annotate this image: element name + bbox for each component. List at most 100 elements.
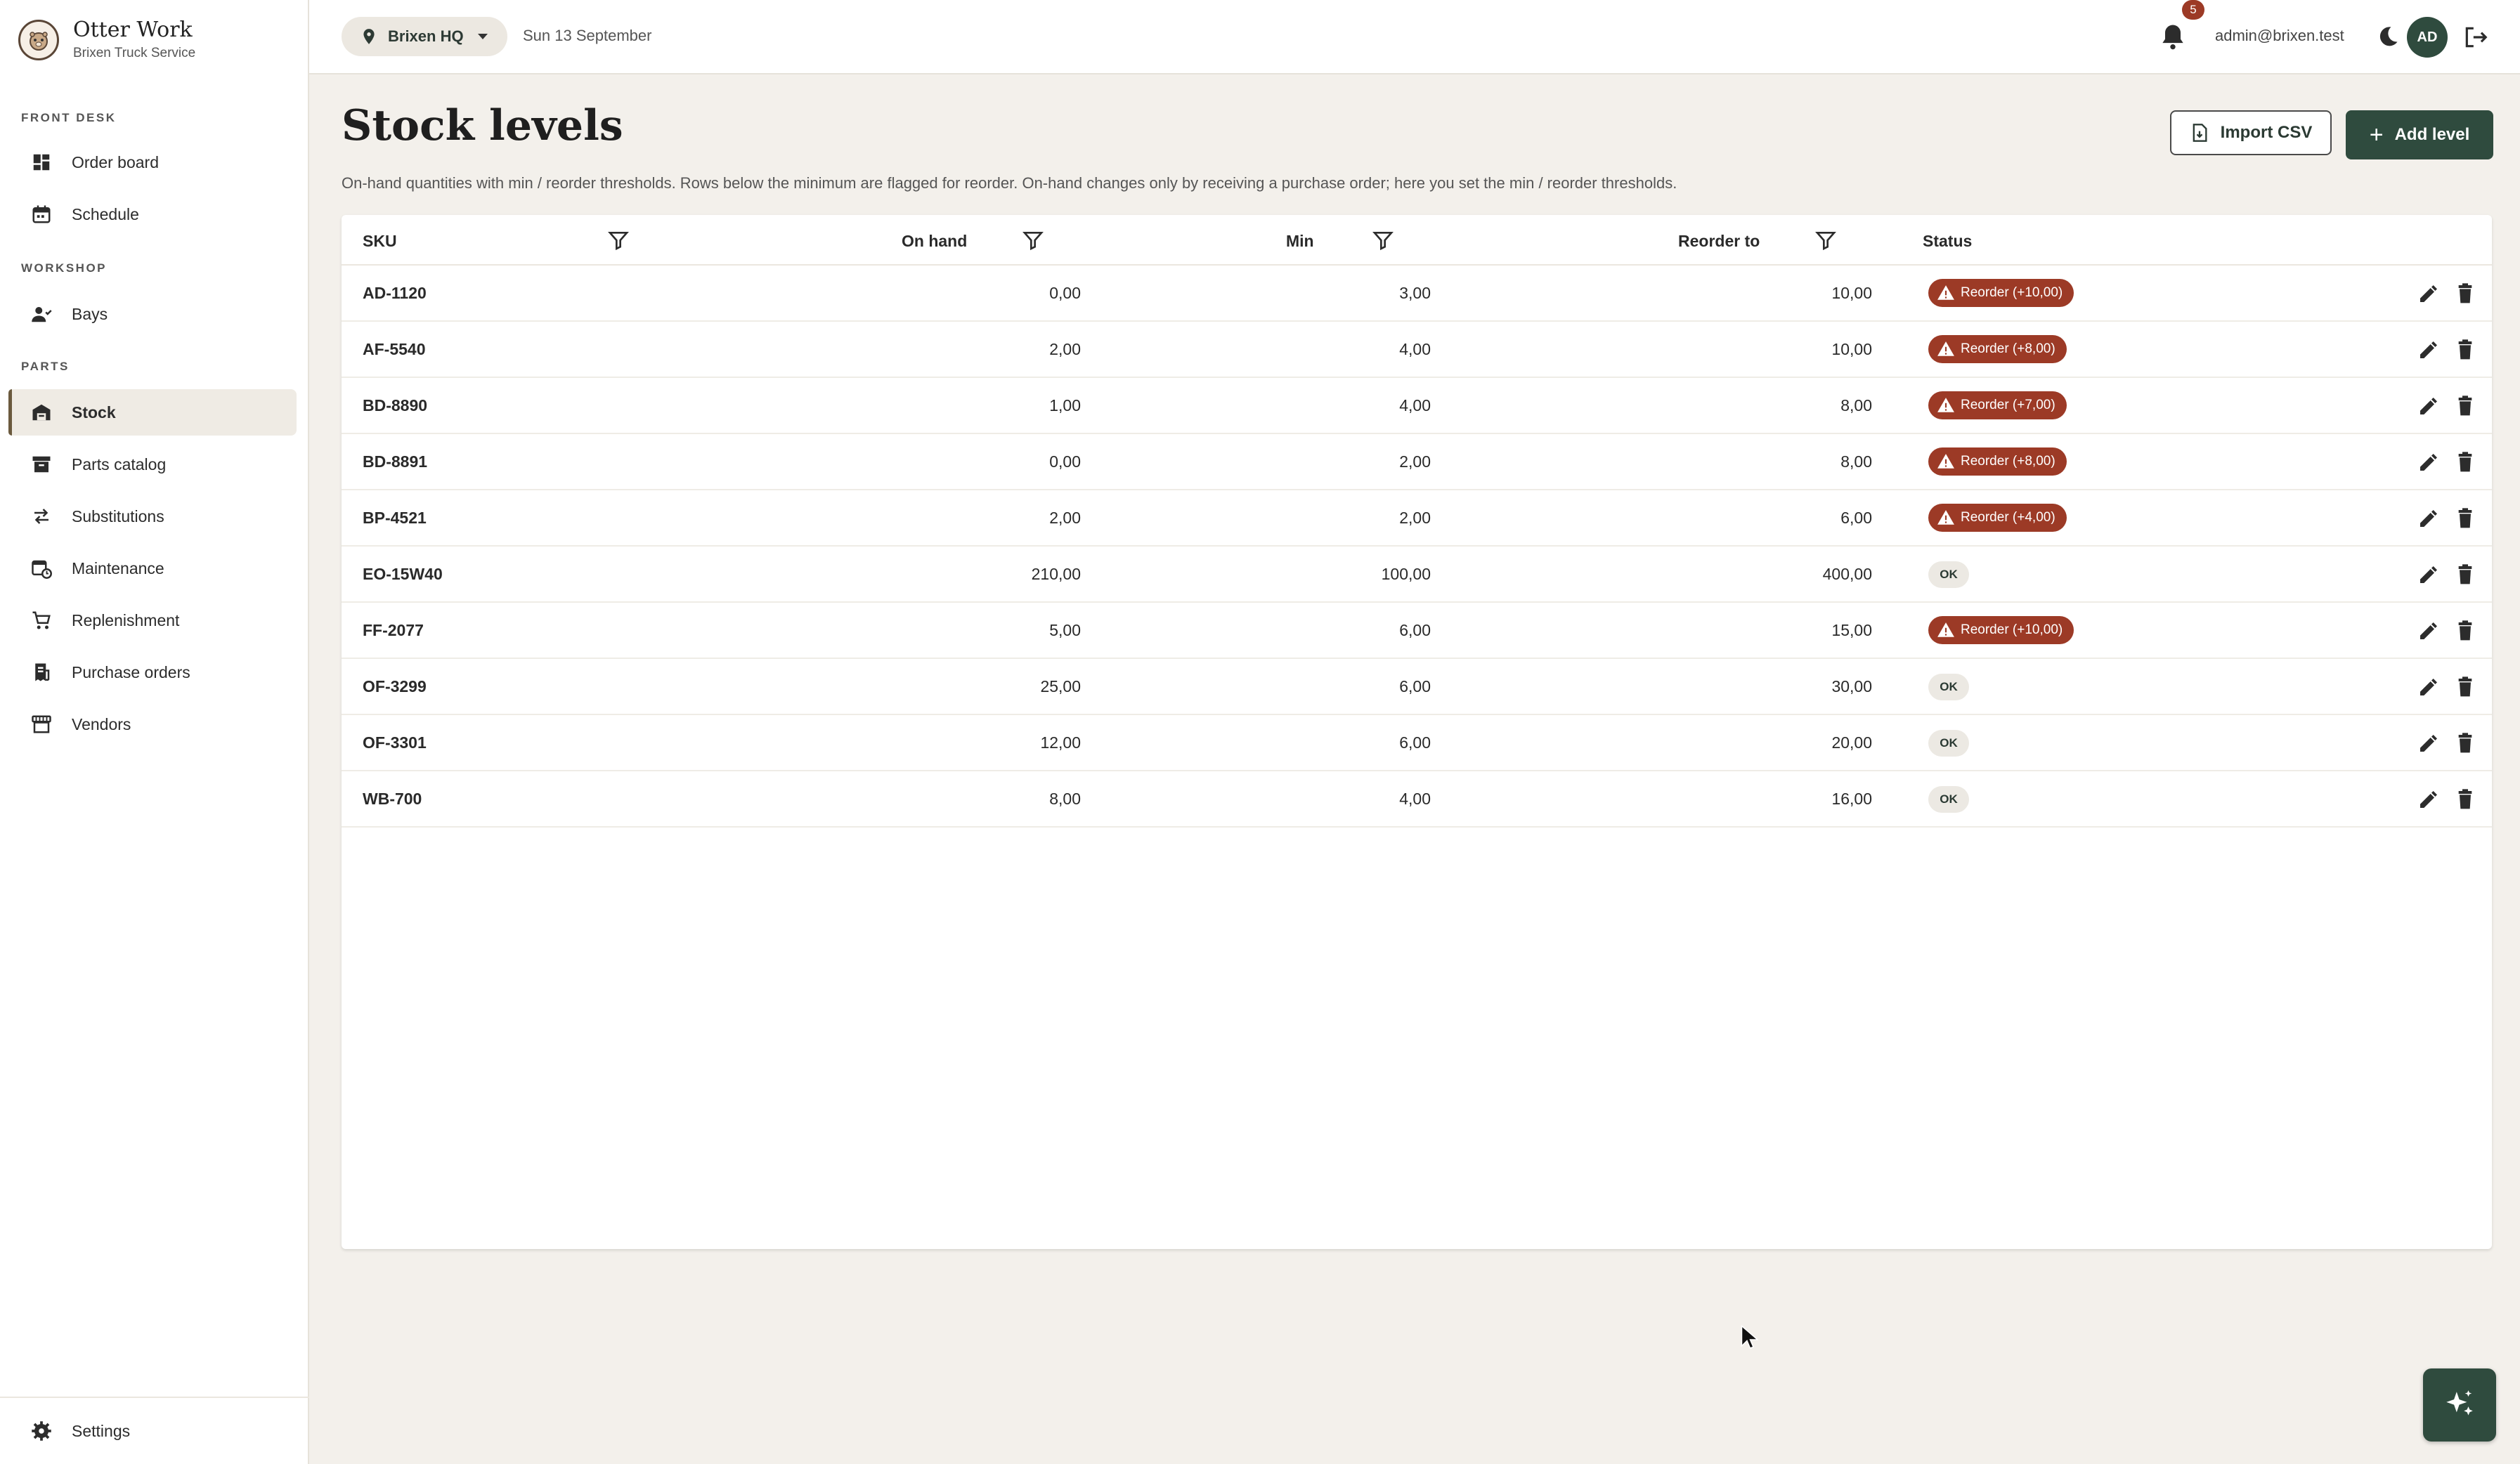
column-header-sku[interactable]: SKU (363, 232, 397, 251)
logout-icon[interactable] (2462, 24, 2489, 51)
brand[interactable]: Otter Work Brixen Truck Service (18, 15, 195, 65)
current-date: Sun 13 September (523, 27, 652, 44)
add-level-button[interactable]: + Add level (2346, 110, 2493, 159)
status-badge: Reorder (+8,00) (1928, 447, 2067, 476)
edit-icon[interactable] (2417, 676, 2440, 698)
reorder-to-cell: 10,00 (1831, 340, 1872, 358)
bell-icon[interactable] (2157, 21, 2188, 52)
sidebar-item-replenishment[interactable]: Replenishment (8, 597, 297, 643)
sidebar-item-label: Vendors (72, 714, 131, 733)
table-row[interactable]: BD-8891 0,00 2,00 8,00 Reorder (+8,00) (342, 434, 2492, 490)
edit-icon[interactable] (2417, 282, 2440, 305)
reorder-to-cell: 8,00 (1840, 396, 1872, 414)
moon-icon[interactable] (2375, 24, 2401, 49)
sku-cell: BD-8891 (363, 452, 428, 471)
sidebar-item-stock[interactable]: Stock (8, 389, 297, 436)
table-row[interactable]: AF-5540 2,00 4,00 10,00 Reorder (+8,00) (342, 322, 2492, 378)
status-label: Reorder (+8,00) (1961, 341, 2055, 356)
status-badge: OK (1928, 786, 1969, 813)
delete-icon[interactable] (2454, 788, 2476, 811)
filter-icon[interactable] (1372, 229, 1394, 251)
sidebar-item-bays[interactable]: Bays (8, 291, 297, 337)
topbar: Brixen HQ Sun 13 September 5 admin@brixe… (309, 0, 2520, 74)
sidebar-item-purchase-orders[interactable]: Purchase orders (8, 649, 297, 695)
min-cell: 6,00 (1399, 677, 1431, 695)
reorder-to-cell: 10,00 (1831, 284, 1872, 302)
column-header-reorder-to[interactable]: Reorder to (1678, 232, 1760, 251)
table-row[interactable]: WB-700 8,00 4,00 16,00 OK (342, 771, 2492, 828)
edit-icon[interactable] (2417, 732, 2440, 754)
edit-icon[interactable] (2417, 451, 2440, 473)
plus-icon: + (2369, 121, 2384, 148)
table-row[interactable]: BD-8890 1,00 4,00 8,00 Reorder (+7,00) (342, 378, 2492, 434)
table-row[interactable]: OF-3299 25,00 6,00 30,00 OK (342, 659, 2492, 715)
delete-icon[interactable] (2454, 620, 2476, 642)
table-row[interactable]: EO-15W40 210,00 100,00 400,00 OK (342, 547, 2492, 603)
filter-icon[interactable] (1022, 229, 1044, 251)
reorder-to-cell: 15,00 (1831, 621, 1872, 639)
notification-badge: 5 (2182, 0, 2204, 20)
cart-icon (30, 608, 53, 632)
table-row[interactable]: OF-3301 12,00 6,00 20,00 OK (342, 715, 2492, 771)
column-header-min[interactable]: Min (1286, 232, 1314, 251)
status-label: Reorder (+7,00) (1961, 398, 2055, 412)
ai-assistant-button[interactable] (2423, 1368, 2496, 1442)
people-icon (30, 302, 53, 326)
sidebar-item-label: Stock (72, 403, 116, 421)
delete-icon[interactable] (2454, 339, 2476, 361)
warning-icon (1937, 510, 1954, 525)
location-label: Brixen HQ (388, 27, 464, 45)
delete-icon[interactable] (2454, 282, 2476, 305)
add-level-label: Add level (2394, 125, 2470, 144)
column-header-on-hand[interactable]: On hand (902, 232, 967, 251)
on-hand-cell: 25,00 (1040, 677, 1081, 695)
filter-icon[interactable] (607, 229, 630, 251)
import-csv-button[interactable]: Import CSV (2170, 110, 2332, 155)
delete-icon[interactable] (2454, 563, 2476, 586)
min-cell: 6,00 (1399, 733, 1431, 752)
section-label-parts: PARTS (21, 360, 70, 373)
table-row[interactable]: BP-4521 2,00 2,00 6,00 Reorder (+4,00) (342, 490, 2492, 547)
edit-icon[interactable] (2417, 788, 2440, 811)
edit-icon[interactable] (2417, 339, 2440, 361)
edit-icon[interactable] (2417, 620, 2440, 642)
brand-subtitle: Brixen Truck Service (73, 46, 196, 60)
min-cell: 6,00 (1399, 621, 1431, 639)
status-badge: OK (1928, 561, 1969, 588)
sidebar-item-schedule[interactable]: Schedule (8, 191, 297, 237)
dashboard-icon (30, 150, 53, 174)
sku-cell: BP-4521 (363, 509, 427, 527)
warning-icon (1937, 454, 1954, 469)
min-cell: 4,00 (1399, 340, 1431, 358)
edit-icon[interactable] (2417, 563, 2440, 586)
delete-icon[interactable] (2454, 451, 2476, 473)
sidebar-item-label: Schedule (72, 204, 139, 223)
sidebar-item-maintenance[interactable]: Maintenance (8, 545, 297, 592)
sidebar-item-label: Bays (72, 304, 108, 323)
sidebar-item-substitutions[interactable]: Substitutions (8, 493, 297, 540)
on-hand-cell: 5,00 (1049, 621, 1081, 639)
delete-icon[interactable] (2454, 507, 2476, 530)
edit-icon[interactable] (2417, 395, 2440, 417)
status-label: Reorder (+4,00) (1961, 510, 2055, 525)
sku-cell: EO-15W40 (363, 565, 443, 583)
sidebar-item-parts-catalog[interactable]: Parts catalog (8, 441, 297, 488)
location-selector[interactable]: Brixen HQ (342, 17, 507, 56)
column-header-status[interactable]: Status (1923, 232, 1972, 251)
reorder-to-cell: 16,00 (1831, 790, 1872, 808)
sku-cell: FF-2077 (363, 621, 424, 639)
on-hand-cell: 12,00 (1040, 733, 1081, 752)
avatar[interactable]: AD (2407, 17, 2448, 58)
table-row[interactable]: AD-1120 0,00 3,00 10,00 Reorder (+10,00) (342, 266, 2492, 322)
delete-icon[interactable] (2454, 732, 2476, 754)
sidebar-item-order-board[interactable]: Order board (8, 139, 297, 185)
sidebar-item-settings[interactable]: Settings (8, 1408, 297, 1454)
delete-icon[interactable] (2454, 395, 2476, 417)
table-row[interactable]: FF-2077 5,00 6,00 15,00 Reorder (+10,00) (342, 603, 2492, 659)
map-pin-icon (363, 29, 375, 44)
reorder-to-cell: 8,00 (1840, 452, 1872, 471)
filter-icon[interactable] (1814, 229, 1837, 251)
delete-icon[interactable] (2454, 676, 2476, 698)
edit-icon[interactable] (2417, 507, 2440, 530)
sidebar-item-vendors[interactable]: Vendors (8, 701, 297, 747)
